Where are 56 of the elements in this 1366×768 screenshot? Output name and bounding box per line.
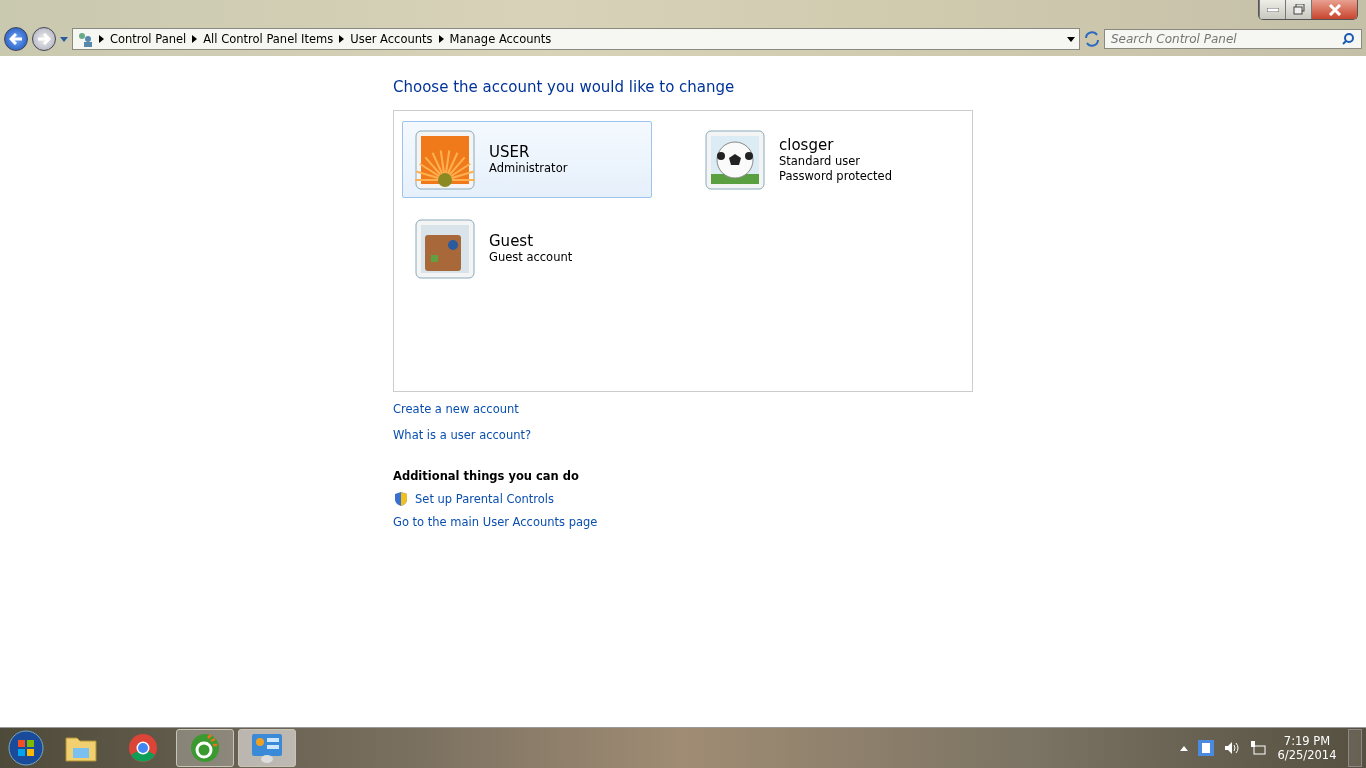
breadcrumb[interactable]: Control Panel (110, 32, 187, 46)
close-icon (1327, 3, 1342, 16)
restore-button[interactable] (1285, 0, 1311, 19)
app-icon (190, 733, 220, 763)
refresh-icon[interactable] (1084, 31, 1100, 47)
account-name: USER (489, 143, 531, 161)
account-tile[interactable]: closger Standard user Password protected (692, 121, 942, 198)
account-detail: Guest account (489, 250, 573, 265)
forward-arrow-icon (37, 33, 51, 45)
chevron-icon[interactable] (192, 35, 198, 43)
users-icon (77, 31, 93, 47)
back-button[interactable] (4, 27, 28, 51)
account-name: closger (779, 135, 835, 154)
account-picture (415, 129, 475, 190)
account-picture (705, 129, 765, 190)
account-detail: Administrator (489, 161, 568, 176)
link[interactable]: Create a new account (393, 402, 519, 416)
breadcrumb[interactable]: User Accounts (350, 32, 433, 46)
minimize-icon (1266, 7, 1279, 12)
breadcrumb[interactable]: Manage Accounts (449, 32, 552, 46)
search-icon[interactable] (1342, 33, 1354, 45)
address-bar[interactable]: Control Panel All Control Panel Items User Accounts Manage Accounts (72, 28, 1080, 50)
account-tile[interactable]: USER Administrator (402, 121, 652, 198)
chevron-icon[interactable] (99, 35, 104, 43)
volume-icon[interactable] (1224, 741, 1240, 755)
back-arrow-icon (9, 33, 23, 45)
link[interactable]: Set up Parental Controls (415, 492, 555, 506)
taskbar-button[interactable] (238, 729, 296, 767)
account-tile[interactable]: Guest Guest account (402, 210, 652, 287)
chrome-icon (128, 733, 158, 763)
windows-logo-icon (8, 730, 44, 766)
folder-icon (65, 734, 97, 762)
dropdown-icon[interactable] (1067, 36, 1075, 42)
breadcrumb[interactable]: All Control Panel Items (203, 32, 334, 46)
section-title: Additional things you can do (393, 469, 580, 483)
account-picture (415, 218, 475, 279)
show-hidden-icons-icon[interactable] (1180, 745, 1188, 751)
link[interactable]: Go to the main User Accounts page (393, 515, 598, 529)
taskbar-button[interactable] (176, 729, 234, 767)
control-panel-icon (251, 733, 283, 763)
clock-time[interactable]: 7:19 PM (1283, 734, 1331, 748)
app-tray-icon[interactable] (1198, 740, 1214, 756)
clock-date[interactable]: 6/25/2014 (1277, 748, 1337, 762)
chevron-icon[interactable] (339, 35, 345, 43)
close-button[interactable] (1311, 0, 1357, 19)
minimize-button[interactable] (1259, 0, 1285, 19)
network-icon[interactable] (1250, 740, 1266, 756)
account-detail: Password protected (779, 168, 892, 184)
restore-icon (1292, 4, 1305, 15)
link[interactable]: What is a user account? (393, 428, 532, 442)
forward-button[interactable] (32, 27, 56, 51)
page-heading: Choose the account you would like to change (393, 78, 736, 96)
search-field[interactable]: Search Control Panel (1104, 29, 1362, 49)
chevron-icon[interactable] (438, 35, 444, 43)
account-name: Guest (489, 232, 535, 250)
account-detail: Standard user (779, 153, 862, 169)
